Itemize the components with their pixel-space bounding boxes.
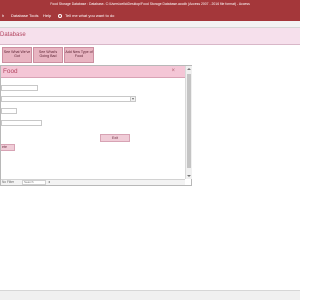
form-header: Food × <box>1 66 185 78</box>
navigation-title: Database <box>0 32 26 38</box>
see-whats-going-bad-button[interactable]: See What's Going Bad <box>33 47 63 63</box>
quantity-field[interactable] <box>1 108 17 114</box>
switchboard: See What We've Got See What's Going Bad … <box>0 45 300 64</box>
ribbon-tab-partial[interactable]: h <box>2 13 4 18</box>
window-title: Food Storage Database : Database- C:\Use… <box>50 2 250 6</box>
scroll-thumb[interactable] <box>187 74 191 168</box>
delete-button[interactable]: ete <box>1 144 15 151</box>
vertical-scrollbar[interactable] <box>185 66 192 179</box>
navigation-header: Database <box>0 28 300 45</box>
ribbon-tab-database-tools[interactable]: Database Tools <box>11 13 39 18</box>
see-what-weve-got-button[interactable]: See What We've Got <box>2 47 32 63</box>
scroll-left-icon[interactable] <box>48 181 50 183</box>
exit-button[interactable]: Exit <box>100 134 130 142</box>
filter-status[interactable]: No Filter <box>2 180 14 184</box>
ribbon-tab-help[interactable]: Help <box>43 13 51 18</box>
title-bar: Food Storage Database : Database- C:\Use… <box>0 0 300 11</box>
category-combo[interactable] <box>1 96 136 102</box>
date-field[interactable] <box>1 120 42 126</box>
scroll-up-icon[interactable] <box>187 68 191 70</box>
record-navigation-bar: No Filter Search <box>1 179 185 185</box>
scroll-down-icon[interactable] <box>187 175 191 177</box>
chevron-down-icon[interactable] <box>130 97 135 101</box>
food-form: Food × Exit ete No Filter Search <box>0 65 192 186</box>
close-icon[interactable]: × <box>171 68 175 74</box>
ribbon-collapsed <box>0 21 300 28</box>
tell-me-search[interactable]: Tell me what you want to do <box>65 13 114 18</box>
status-bar <box>0 290 300 300</box>
form-title: Food <box>3 68 18 75</box>
lightbulb-icon <box>58 13 62 18</box>
add-new-type-of-food-button[interactable]: Add New Type of Food <box>64 47 94 63</box>
ribbon-tab-bar: h Database Tools Help Tell me what you w… <box>0 11 300 21</box>
food-name-field[interactable] <box>1 85 38 91</box>
record-search-input[interactable]: Search <box>22 180 46 185</box>
